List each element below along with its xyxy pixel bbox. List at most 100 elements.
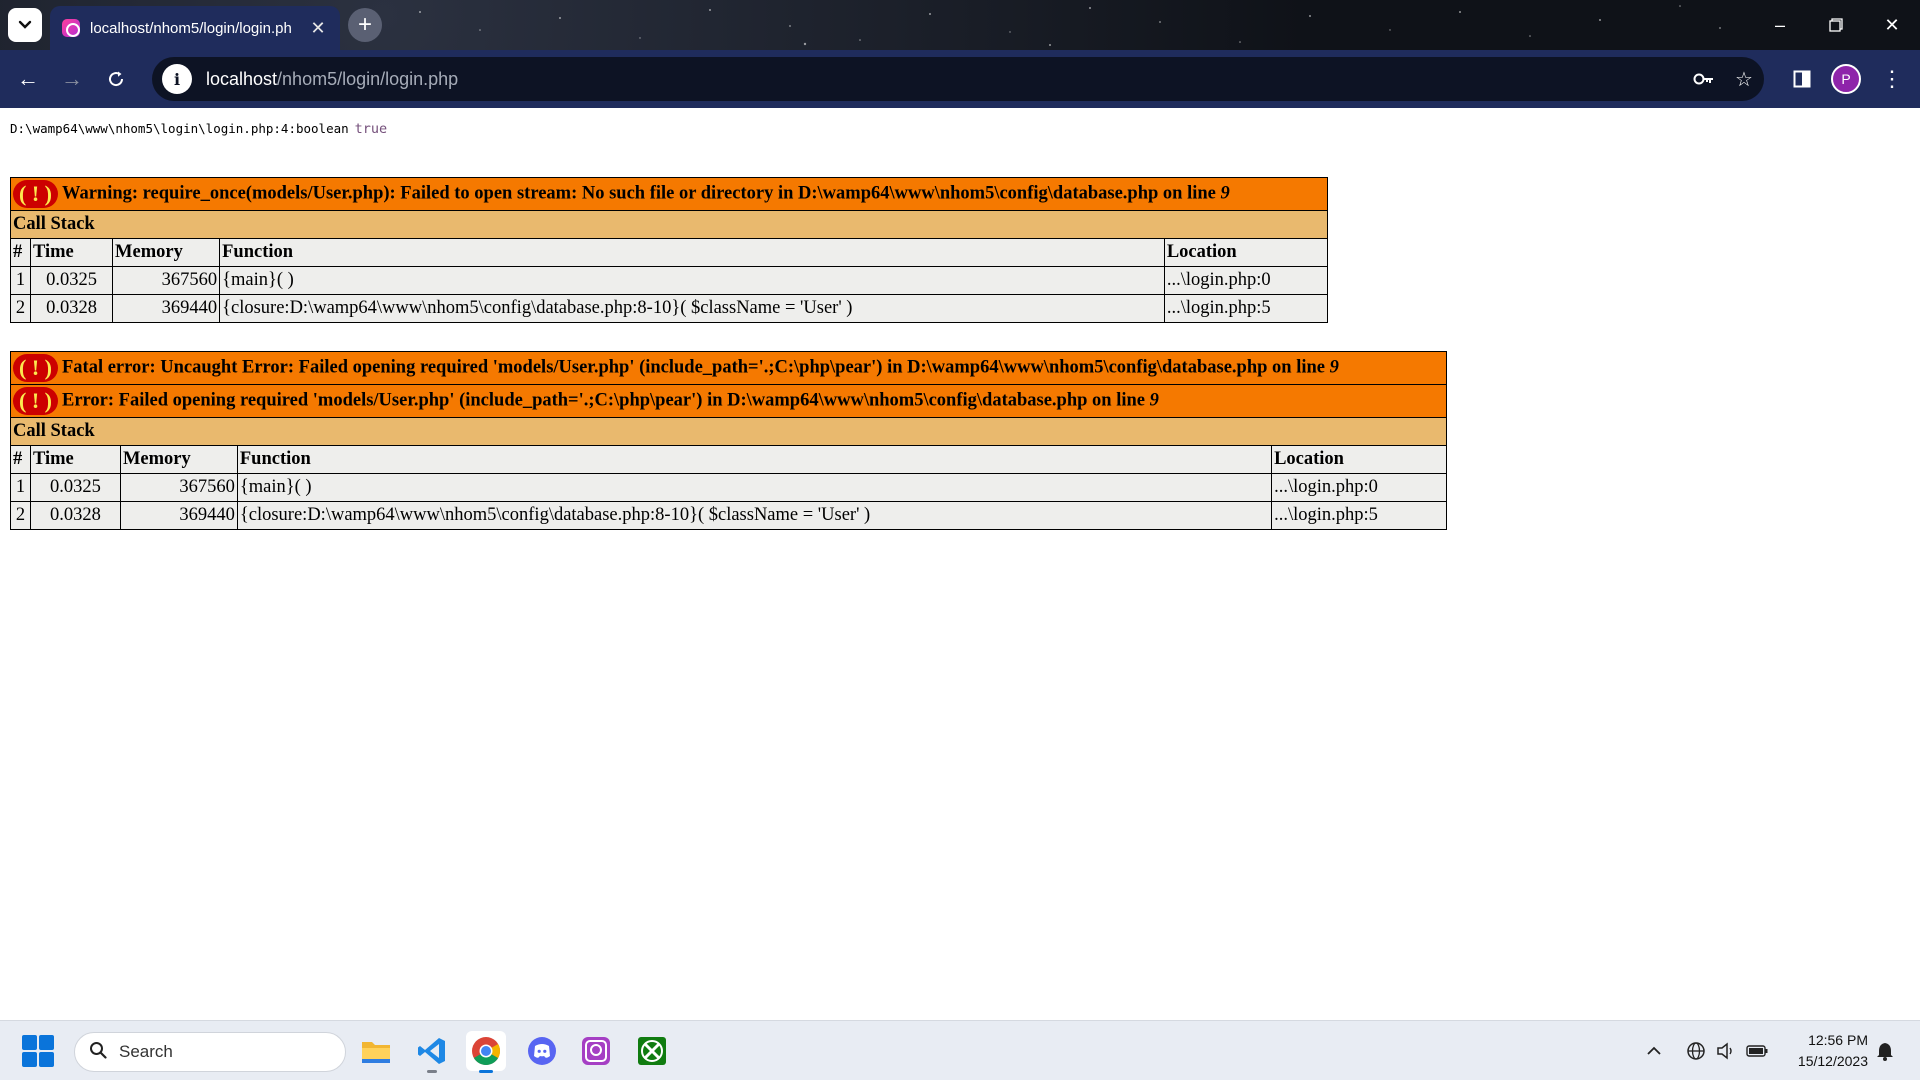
call-stack-title-row: Call Stack — [10, 417, 1447, 446]
error-header-row: ( ! ) Error: Failed opening required 'mod… — [10, 384, 1447, 418]
file-explorer-icon[interactable] — [356, 1031, 396, 1071]
col-header-time: Time — [29, 445, 121, 474]
error-text: Error: Failed opening required 'models/U… — [61, 390, 1145, 411]
password-key-icon[interactable] — [1688, 63, 1720, 95]
cell-location: ...\login.php:5 — [1271, 501, 1447, 530]
browser-tab-strip: localhost/nhom5/login/login.ph ✕ + – ✕ — [0, 0, 1920, 50]
running-indicator — [427, 1070, 437, 1073]
warning-table: ( ! ) Warning: require_once(models/User.p… — [10, 177, 1329, 323]
folder-glyph — [362, 1042, 390, 1063]
close-icon[interactable]: ✕ — [308, 18, 328, 38]
taskbar-clock[interactable]: 12:56 PM 15/12/2023 — [1798, 1030, 1868, 1072]
error-bang-icon: ( ! ) — [13, 180, 58, 208]
cell-memory: 369440 — [112, 294, 221, 323]
col-header-location: Location — [1271, 445, 1447, 474]
var-dump-value: true — [354, 121, 388, 137]
cell-time: 0.0328 — [29, 294, 114, 323]
reload-icon[interactable] — [100, 63, 132, 95]
cell-time: 0.0328 — [29, 501, 121, 530]
php-app-icon[interactable] — [576, 1031, 616, 1071]
call-stack-label: Call Stack — [10, 417, 1447, 446]
warning-line: 9 — [1220, 183, 1230, 204]
cell-memory: 367560 — [119, 473, 238, 502]
taskbar-search-box[interactable]: Search — [74, 1032, 346, 1072]
var-dump-location: D:\wamp64\www\nhom5\login\login.php:4:bo… — [10, 121, 349, 136]
table-row: 1 0.0325 367560 {main}( ) ...\login.php:… — [10, 473, 1447, 502]
search-icon — [89, 1041, 107, 1064]
side-panel-glyph — [1793, 70, 1811, 88]
xbox-icon[interactable] — [632, 1031, 672, 1071]
tab-search-button[interactable] — [8, 8, 42, 42]
cell-index: 2 — [10, 501, 31, 530]
battery-glyph — [1746, 1045, 1768, 1057]
cell-index: 1 — [10, 473, 31, 502]
menu-kebab-icon[interactable]: ⋮ — [1876, 63, 1908, 95]
window-controls: – ✕ — [1752, 0, 1920, 50]
page-content: D:\wamp64\www\nhom5\login\login.php:4:bo… — [0, 108, 1920, 1020]
col-header-function: Function — [236, 445, 1273, 474]
side-panel-icon[interactable] — [1786, 63, 1818, 95]
active-indicator — [479, 1070, 493, 1073]
col-header-memory: Memory — [119, 445, 238, 474]
windows-start-icon[interactable] — [22, 1035, 54, 1067]
warning-text: Warning: require_once(models/User.php): … — [61, 183, 1216, 204]
url-host: localhost — [206, 68, 278, 89]
cell-location: ...\login.php:5 — [1163, 294, 1329, 323]
call-stack-header-row: # Time Memory Function Location — [10, 238, 1329, 267]
battery-icon[interactable] — [1746, 1021, 1768, 1080]
clock-time: 12:56 PM — [1808, 1032, 1868, 1048]
discord-icon[interactable] — [522, 1031, 562, 1071]
minimize-icon[interactable]: – — [1752, 0, 1808, 50]
cell-time: 0.0325 — [29, 473, 121, 502]
tray-overflow-chevron-icon[interactable] — [1646, 1021, 1662, 1080]
vscode-glyph — [418, 1038, 445, 1064]
col-header-location: Location — [1163, 238, 1329, 267]
reload-glyph — [109, 71, 124, 87]
bookmark-star-icon[interactable]: ☆ — [1728, 63, 1760, 95]
table-row: 2 0.0328 369440 {closure:D:\wamp64\www\n… — [10, 294, 1329, 323]
cell-function: {main}( ) — [236, 473, 1273, 502]
notification-bell-icon[interactable] — [1876, 1021, 1894, 1080]
url-path: /nhom5/login/login.php — [277, 68, 459, 89]
table-row: 2 0.0328 369440 {closure:D:\wamp64\www\n… — [10, 501, 1447, 530]
profile-button[interactable]: P — [1830, 63, 1862, 95]
fatal-error-table: ( ! ) Fatal error: Uncaught Error: Failed… — [10, 351, 1447, 530]
warning-header-row: ( ! ) Warning: require_once(models/User.p… — [10, 177, 1328, 211]
site-info-icon[interactable]: i — [162, 64, 192, 94]
fatal-line: 9 — [1329, 357, 1339, 378]
tab-active[interactable]: localhost/nhom5/login/login.ph ✕ — [50, 6, 340, 50]
vscode-icon[interactable] — [412, 1031, 452, 1073]
windows-taskbar: Search 12:56 PM 15/12/2023 — [0, 1020, 1920, 1080]
restore-glyph — [1829, 18, 1843, 32]
col-header-function: Function — [219, 238, 1165, 267]
url-text[interactable]: localhost/nhom5/login/login.php — [206, 69, 458, 90]
bell-glyph — [1877, 1043, 1893, 1061]
discord-glyph — [528, 1037, 556, 1065]
cell-function: {closure:D:\wamp64\www\nhom5\config\data… — [236, 501, 1273, 530]
call-stack-header-row: # Time Memory Function Location — [10, 445, 1447, 474]
new-tab-button[interactable]: + — [348, 8, 382, 42]
fatal-text: Fatal error: Uncaught Error: Failed open… — [61, 357, 1325, 378]
network-globe-icon[interactable] — [1686, 1021, 1706, 1080]
restore-icon[interactable] — [1808, 0, 1864, 50]
error-message: ( ! ) Error: Failed opening required 'mod… — [10, 384, 1447, 418]
avatar: P — [1831, 64, 1861, 94]
table-row: 1 0.0325 367560 {main}( ) ...\login.php:… — [10, 266, 1329, 295]
chrome-icon[interactable] — [466, 1031, 506, 1073]
cell-function: {main}( ) — [219, 266, 1165, 295]
back-icon[interactable]: ← — [12, 63, 44, 95]
error-bang-icon: ( ! ) — [13, 387, 58, 415]
volume-icon[interactable] — [1716, 1021, 1736, 1080]
call-stack-label: Call Stack — [10, 210, 1328, 239]
close-window-icon[interactable]: ✕ — [1864, 0, 1920, 50]
col-header-index: # — [10, 445, 31, 474]
cell-memory: 367560 — [112, 266, 221, 295]
fatal-message: ( ! ) Fatal error: Uncaught Error: Failed… — [10, 351, 1447, 385]
forward-icon[interactable]: → — [56, 63, 88, 95]
key-glyph — [1693, 73, 1713, 85]
speaker-glyph — [1717, 1042, 1732, 1060]
error-bang-icon: ( ! ) — [13, 354, 58, 382]
address-bar[interactable]: i localhost/nhom5/login/login.php ☆ — [152, 57, 1764, 101]
cell-location: ...\login.php:0 — [1163, 266, 1329, 295]
cell-index: 2 — [10, 294, 31, 323]
